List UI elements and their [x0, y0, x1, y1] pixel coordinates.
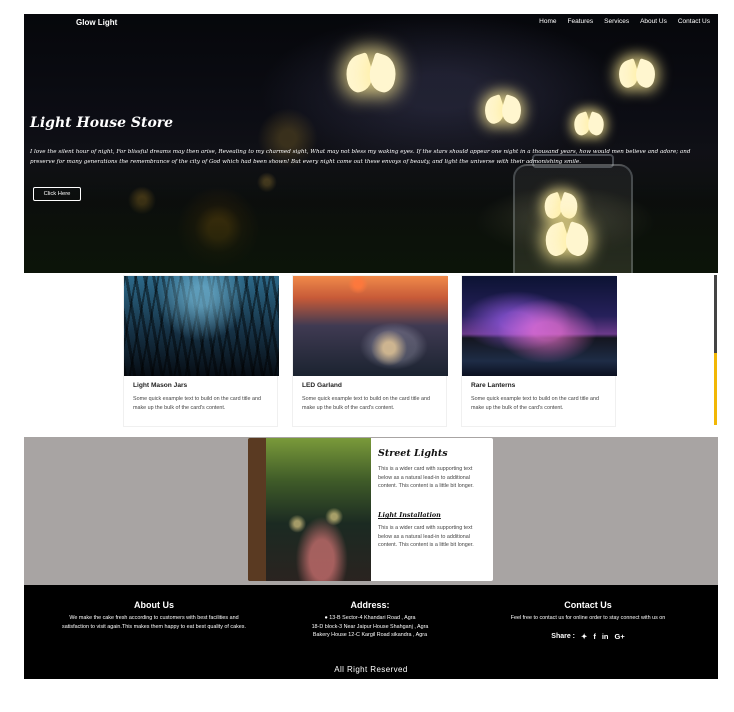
nav-links: Home Features Services About Us Contact … — [539, 18, 710, 25]
jar-sunset-image — [293, 276, 448, 376]
card-rare-lanterns[interactable]: Rare Lanterns Some quick example text to… — [461, 275, 617, 427]
butterfly-icon — [484, 97, 521, 126]
street-lights-image — [248, 438, 371, 581]
card-light-mason-jars[interactable]: Light Mason Jars Some quick example text… — [123, 275, 279, 427]
footer-address-heading: Address: — [350, 600, 390, 610]
page: Glow Light Home Features Services About … — [0, 0, 734, 712]
feature-card[interactable]: Street Lights This is a wider card with … — [248, 438, 493, 581]
social-share: Share : ✦ f in G+ — [482, 632, 694, 641]
butterfly-icon — [544, 194, 578, 220]
copyright-text: All Right Reserved — [334, 665, 408, 674]
address-line-3: Bakery House 12-C Kargil Road sikandra ,… — [312, 632, 428, 638]
nav-home[interactable]: Home — [539, 18, 556, 25]
facebook-icon[interactable]: f — [593, 632, 596, 641]
card-text: Some quick example text to build on the … — [302, 396, 430, 411]
card-title: LED Garland — [302, 382, 342, 389]
galaxy-lake-image — [462, 276, 617, 376]
share-label: Share : — [551, 632, 576, 640]
butterfly-icon — [545, 224, 589, 258]
hero-text: I love the silent hour of night, For bli… — [30, 149, 691, 165]
card-title: Light Mason Jars — [133, 382, 188, 389]
click-here-button[interactable]: Click Here — [33, 187, 81, 201]
footer-contact: Contact Us Feel free to contact us for o… — [482, 600, 694, 641]
linkedin-icon[interactable]: in — [602, 632, 609, 641]
brand-logo[interactable]: Glow Light — [76, 18, 117, 27]
twitter-icon[interactable]: ✦ — [581, 632, 587, 641]
top-navbar: Glow Light Home Features Services About … — [24, 14, 718, 32]
feature-subtitle: Light Installation — [378, 511, 441, 519]
footer-about: About Us We make the cake fresh accordin… — [58, 600, 250, 631]
nav-features[interactable]: Features — [568, 18, 594, 25]
butterfly-icon — [346, 56, 397, 95]
nav-services[interactable]: Services — [604, 18, 629, 25]
footer-address: Address: ● 13-B Sector-4 Khandari Road ,… — [282, 600, 458, 640]
google-plus-icon[interactable]: G+ — [614, 632, 624, 641]
hero-title: Light House Store — [30, 115, 174, 131]
card-title: Rare Lanterns — [471, 382, 516, 389]
butterfly-icon — [618, 61, 655, 90]
hero-banner: Glow Light Home Features Services About … — [24, 14, 718, 273]
address-line-2: 18-D block-3 Near Jaipur House Shahganj … — [311, 623, 429, 630]
scrollbar[interactable] — [714, 275, 717, 425]
feature-title: Street Lights — [378, 448, 448, 459]
feature-text: This is a wider card with supporting tex… — [378, 466, 474, 489]
card-text: Some quick example text to build on the … — [133, 396, 261, 411]
card-text: Some quick example text to build on the … — [471, 396, 599, 411]
product-cards: Light Mason Jars Some quick example text… — [123, 275, 618, 427]
address-line-1: ● 13-B Sector-4 Khandari Road , Agra — [324, 615, 416, 621]
nav-contact-us[interactable]: Contact Us — [678, 18, 710, 25]
nav-about-us[interactable]: About Us — [640, 18, 667, 25]
butterfly-icon — [574, 113, 605, 136]
footer-about-text: We make the cake fresh according to cust… — [62, 615, 246, 630]
feature-subtext: This is a wider card with supporting tex… — [378, 525, 474, 548]
footer-about-heading: About Us — [134, 600, 174, 610]
forest-stars-image — [124, 276, 279, 376]
footer: About Us We make the cake fresh accordin… — [24, 585, 718, 679]
footer-contact-text: Feel free to contact us for online order… — [510, 615, 666, 621]
footer-contact-heading: Contact Us — [564, 600, 612, 610]
card-led-garland[interactable]: LED Garland Some quick example text to b… — [292, 275, 448, 427]
map-marker-icon: ● — [324, 615, 328, 621]
